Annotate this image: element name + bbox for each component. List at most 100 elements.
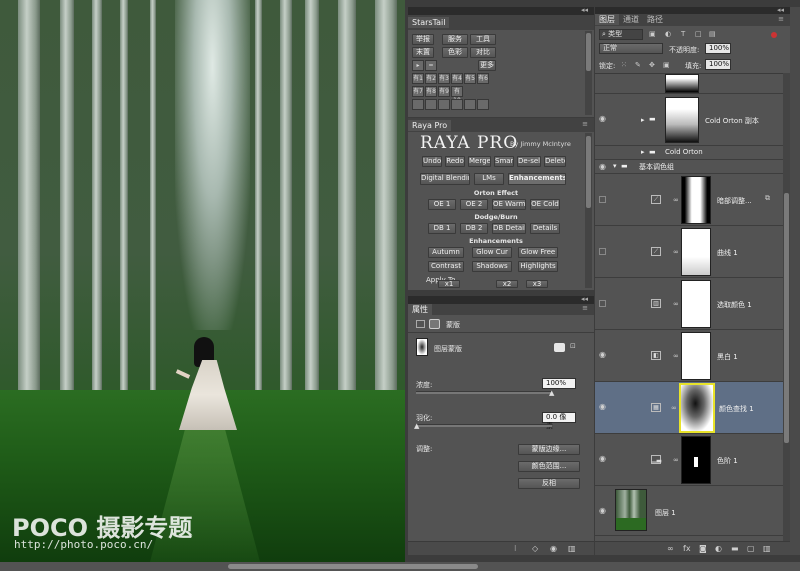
panel-titlebar[interactable]: ◂◂ xyxy=(408,6,594,15)
grid-btn[interactable]: 有6 xyxy=(477,73,489,84)
grid-btn[interactable]: 有5 xyxy=(464,73,476,84)
feather-field[interactable]: 0.0 像素 xyxy=(542,412,576,430)
layers-scrollbar[interactable] xyxy=(783,73,790,541)
layer-name[interactable]: Cold Orton xyxy=(665,148,703,156)
link-icon[interactable]: ∞ xyxy=(671,404,677,412)
lock-move-icon[interactable]: ✥ xyxy=(649,61,655,69)
new-group-icon[interactable]: ▬ xyxy=(731,544,739,553)
visibility-checkbox[interactable] xyxy=(599,196,606,203)
link-icon[interactable]: ∞ xyxy=(673,248,679,256)
eye-icon[interactable]: ◉ xyxy=(599,351,607,359)
filter-smart-icon[interactable]: ▤ xyxy=(709,30,716,38)
grid-btn[interactable]: 有1 xyxy=(412,73,424,84)
layer-row[interactable]: ◉ ▸ ▬ Cold Orton 副本 xyxy=(595,94,783,146)
layer-row-partial[interactable] xyxy=(595,74,783,94)
mask-edge-button[interactable]: 蒙版边缘... xyxy=(518,444,580,455)
link-icon[interactable]: ∞ xyxy=(673,300,679,308)
grid-btn[interactable]: 有8 xyxy=(425,86,437,97)
layer-row[interactable]: ◉ ▁▃ ∞ 色阶 1 xyxy=(595,434,783,486)
autumn-button[interactable]: Autumn xyxy=(428,247,464,258)
expand-arrow-icon[interactable]: ▸ xyxy=(641,148,645,156)
grid-btn[interactable]: 有10 xyxy=(451,86,463,104)
grid-btn[interactable] xyxy=(412,99,424,110)
vector-select-icon[interactable]: ⊡ xyxy=(570,342,576,350)
link-icon[interactable]: ∞ xyxy=(673,456,679,464)
expand-arrow-icon[interactable]: ▾ xyxy=(613,162,617,170)
glow-free-button[interactable]: Glow Free xyxy=(518,247,558,258)
layer-name[interactable]: Cold Orton 副本 xyxy=(705,116,759,126)
grid-btn[interactable]: 有4 xyxy=(451,73,463,84)
load-selection-icon[interactable]: ⁝ xyxy=(514,544,517,553)
visibility-checkbox[interactable] xyxy=(599,300,606,307)
layer-name[interactable]: 选取颜色 1 xyxy=(717,300,752,310)
collapse-icon[interactable]: ◂◂ xyxy=(581,295,588,303)
grid-btn[interactable] xyxy=(464,99,476,110)
blend-mode-select[interactable]: 正常 xyxy=(599,43,663,54)
eye-icon[interactable]: ◉ xyxy=(599,163,607,171)
layer-row[interactable]: ◉ ▾ ▬ 基本调色组 xyxy=(595,160,783,174)
details-button[interactable]: Details xyxy=(530,223,560,234)
color-range-button[interactable]: 颜色范围... xyxy=(518,461,580,472)
eye-icon[interactable]: ◉ xyxy=(599,403,607,411)
layer-name[interactable]: 色阶 1 xyxy=(717,456,738,466)
filter-shape-icon[interactable]: □ xyxy=(695,30,702,38)
lock-all-icon[interactable]: ▣ xyxy=(663,61,670,69)
grid-btn[interactable]: 有2 xyxy=(425,73,437,84)
layer-name[interactable]: 黑白 1 xyxy=(717,352,738,362)
oe1-button[interactable]: OE 1 xyxy=(428,199,456,210)
fx-icon[interactable]: fx xyxy=(683,544,691,553)
filter-pixel-icon[interactable]: ▣ xyxy=(649,30,656,38)
layer-name[interactable]: 颜色查找 1 xyxy=(719,404,754,414)
expand-arrow-icon[interactable]: ▸ xyxy=(641,116,645,124)
layer-row-selected[interactable]: ◉ ▦ ∞ 颜色查找 1 xyxy=(595,382,783,434)
feather-slider[interactable] xyxy=(416,424,552,427)
tab-layers[interactable]: 图层 xyxy=(595,14,619,25)
eye-icon[interactable]: ◉ xyxy=(599,507,607,515)
panel-menu-icon[interactable]: ≡ xyxy=(582,120,588,128)
db-details-button[interactable]: DB Details xyxy=(492,223,526,234)
grid-btn[interactable]: 有3 xyxy=(438,73,450,84)
deselect-button[interactable]: De-sel xyxy=(517,156,541,167)
density-slider-thumb[interactable]: ▲ xyxy=(549,389,554,397)
tab-starstail[interactable]: StarsTail xyxy=(408,17,450,28)
layer-row[interactable]: ⟋ ∞ 暗部调整... ⧉ xyxy=(595,174,783,226)
layer-row[interactable]: ◉ ◧ ∞ 黑白 1 xyxy=(595,330,783,382)
oe2-button[interactable]: OE 2 xyxy=(460,199,488,210)
layer-name[interactable]: 暗部调整... xyxy=(717,196,752,206)
fill-field[interactable]: 100% xyxy=(705,59,731,70)
trash-icon[interactable]: ▥ xyxy=(763,544,771,553)
layer-name[interactable]: 曲线 1 xyxy=(717,248,738,258)
layer-row[interactable]: ◉ 图层 1 xyxy=(595,486,783,536)
grid-btn[interactable] xyxy=(451,99,463,110)
glow-cur-button[interactable]: Glow Cur xyxy=(472,247,512,258)
highlights-button[interactable]: Highlights xyxy=(518,261,558,272)
tab-channels[interactable]: 通道 xyxy=(619,14,643,25)
grid-btn[interactable]: 有9 xyxy=(438,86,450,97)
layer-row[interactable]: ⟋ ∞ 曲线 1 xyxy=(595,226,783,278)
filter-toggle-icon[interactable] xyxy=(771,32,777,38)
layer-row[interactable]: ▸ ▬ Cold Orton xyxy=(595,146,783,160)
adjustment-layer-icon[interactable]: ◐ xyxy=(715,544,722,553)
tab-properties[interactable]: 属性 xyxy=(408,304,432,315)
db2-button[interactable]: DB 2 xyxy=(460,223,488,234)
visibility-icon[interactable]: ◉ xyxy=(550,544,557,553)
lock-transparent-icon[interactable]: ⁙ xyxy=(621,61,627,69)
raya-scrollbar[interactable] xyxy=(585,133,592,288)
redo-button[interactable]: Redo xyxy=(445,156,465,167)
panel-menu-icon[interactable]: ≡ xyxy=(582,304,588,312)
link-icon[interactable]: ∞ xyxy=(673,352,679,360)
oe-warm-button[interactable]: OE Warm xyxy=(492,199,526,210)
grid-btn[interactable] xyxy=(477,99,489,110)
filter-kind-select[interactable]: ⌕ 类型 xyxy=(599,29,643,40)
starstail-btn-2[interactable]: 服务 xyxy=(442,34,468,45)
db1-button[interactable]: DB 1 xyxy=(428,223,456,234)
delete-button[interactable]: Delete xyxy=(544,156,566,167)
contrast-button[interactable]: Contrast xyxy=(428,261,464,272)
starstail-btn-6[interactable]: 对比 xyxy=(470,47,496,58)
panel-titlebar[interactable]: ◂◂ xyxy=(408,295,594,304)
arrow-right-icon[interactable]: ▸ xyxy=(412,60,424,71)
vector-mask-icon[interactable] xyxy=(429,319,440,329)
starstail-btn-1[interactable]: 举报 xyxy=(412,34,434,45)
scroll-thumb[interactable] xyxy=(784,193,789,443)
starstail-btn-4[interactable]: 末置 xyxy=(412,47,434,58)
